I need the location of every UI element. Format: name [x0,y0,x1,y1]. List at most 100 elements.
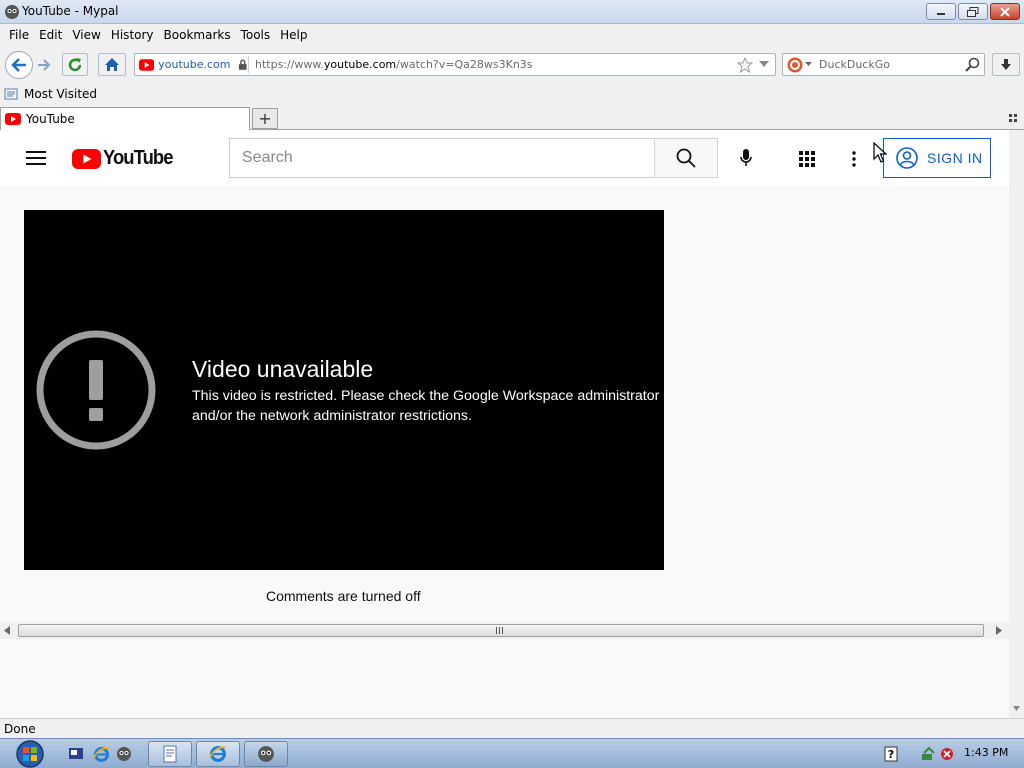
mypal-icon [258,746,274,762]
vertical-scrollbar[interactable] [1009,130,1024,718]
youtube-play-logo-icon [72,148,101,169]
error-x-icon [941,748,953,760]
taskbar-button-ie[interactable] [196,741,240,767]
home-button[interactable] [98,53,126,76]
error-title: Video unavailable [192,356,374,382]
internet-explorer-icon [209,746,227,762]
scroll-left-icon[interactable] [4,626,10,635]
close-window-button[interactable] [990,3,1020,20]
restore-icon [967,6,979,17]
menu-view[interactable]: View [67,28,105,42]
window-title: YouTube - Mypal [22,4,119,18]
window-titlebar: YouTube - Mypal [0,0,1024,24]
search-engine-bar[interactable]: DuckDuckGo [782,53,985,76]
mouse-cursor-icon [873,142,887,163]
downloads-button[interactable] [992,53,1020,76]
quicklaunch-mypal[interactable] [114,741,134,767]
home-icon [105,58,119,71]
scroll-down-icon[interactable] [1013,706,1020,711]
youtube-favicon [5,113,21,125]
tab-youtube[interactable]: YouTube [0,107,250,130]
minimize-icon [937,12,945,15]
mypal-app-icon [5,5,19,19]
error-message: This video is restricted. Please check t… [192,388,660,424]
comments-status: Comments are turned off [266,588,421,604]
taskbar-clock[interactable]: 1:43 PM [964,746,1008,759]
identity-domain: youtube.com [158,58,231,71]
tray-volume-muted[interactable] [938,741,956,767]
microphone-icon[interactable] [739,148,753,168]
site-identity[interactable]: youtube.com [137,56,249,73]
close-icon [1000,6,1010,17]
youtube-masthead: YouTube Search SIGN IN [0,130,1009,186]
url-host: youtube.com [323,58,397,71]
more-options-icon[interactable] [852,151,856,167]
internet-explorer-icon [92,746,110,762]
tab-list-grip-icon[interactable] [1008,113,1018,123]
quicklaunch-show-desktop[interactable] [66,741,86,767]
menu-file[interactable]: File [4,28,34,42]
bookmark-label: Most Visited [24,87,98,101]
restore-button[interactable] [958,3,988,20]
sign-in-label: SIGN IN [927,150,983,166]
url-path: /watch?v=Qa28ws3Kn3s [396,58,533,71]
search-icon [676,148,696,168]
scroll-right-icon[interactable] [996,626,1002,635]
bookmarks-toolbar: Most Visited [0,84,1024,106]
sign-in-button[interactable]: SIGN IN [883,138,991,178]
mypal-icon [117,747,131,761]
show-desktop-icon [69,748,83,759]
tray-help[interactable]: ? [882,741,900,767]
taskbar: ? 1:43 PM [0,738,1024,768]
apps-grid-icon[interactable] [799,151,815,167]
taskbar-button-help-document[interactable] [148,741,192,767]
youtube-search-input[interactable]: Search [229,138,655,178]
forward-button[interactable] [35,56,53,74]
back-arrow-icon [11,58,26,72]
search-engine-placeholder: DuckDuckGo [819,58,890,71]
status-text: Done [4,722,36,736]
menu-bar: File Edit View History Bookmarks Tools H… [0,24,1024,46]
youtube-logo-text: YouTube [103,147,173,169]
video-player[interactable]: Video unavailable This video is restrict… [24,210,664,570]
folder-icon [4,88,18,100]
tab-label: YouTube [26,112,75,126]
network-icon [922,747,935,760]
scrollbar-thumb[interactable] [18,624,984,637]
bookmark-most-visited[interactable]: Most Visited [4,87,97,101]
tab-strip: YouTube + [0,106,1024,130]
search-go-icon[interactable] [965,57,980,72]
url-text[interactable]: https://www.youtube.com/watch?v=Qa28ws3K… [255,58,533,71]
url-bar[interactable]: youtube.com https://www.youtube.com/watc… [134,53,776,76]
youtube-logo[interactable]: YouTube [72,147,179,170]
horizontal-scrollbar[interactable] [0,622,1009,639]
help-icon: ? [884,746,898,762]
error-exclamation-icon [36,330,156,450]
back-button[interactable] [5,51,33,79]
new-tab-button[interactable]: + [252,108,278,129]
quicklaunch-ie[interactable] [91,741,111,767]
url-dropdown-icon[interactable] [759,61,769,68]
taskbar-button-mypal[interactable] [244,741,288,767]
engine-dropdown-icon[interactable] [805,62,812,67]
download-arrow-icon [1001,58,1011,70]
menu-edit[interactable]: Edit [34,28,67,42]
reload-button[interactable] [62,53,88,76]
lock-icon [239,59,248,70]
duckduckgo-icon[interactable] [787,57,803,73]
menu-history[interactable]: History [106,28,159,42]
svg-text:?: ? [888,748,894,761]
navigation-toolbar: youtube.com https://www.youtube.com/watc… [0,46,1024,84]
minimize-button[interactable] [926,3,956,20]
bookmark-star-icon[interactable] [737,57,753,73]
reload-icon [68,57,82,71]
url-prefix: https://www. [255,58,324,71]
start-button-icon[interactable] [13,740,47,768]
menu-help[interactable]: Help [275,28,312,42]
menu-tools[interactable]: Tools [236,28,276,42]
hamburger-menu-icon[interactable] [26,150,46,166]
document-icon [163,745,177,763]
tray-network[interactable] [920,741,938,767]
youtube-search-button[interactable] [654,138,718,178]
menu-bookmarks[interactable]: Bookmarks [159,28,236,42]
